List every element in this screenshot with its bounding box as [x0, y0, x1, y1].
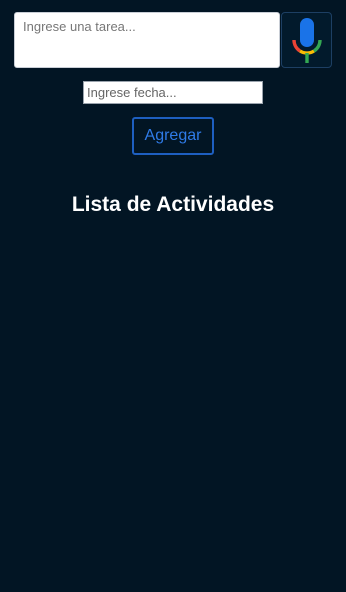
date-input[interactable] [83, 81, 263, 104]
activity-list-title: Lista de Actividades [71, 193, 275, 216]
microphone-icon [291, 18, 322, 63]
task-input[interactable] [14, 12, 280, 68]
activity-list [14, 230, 332, 570]
voice-input-button[interactable] [281, 12, 332, 68]
add-button[interactable]: Agregar [132, 117, 214, 155]
